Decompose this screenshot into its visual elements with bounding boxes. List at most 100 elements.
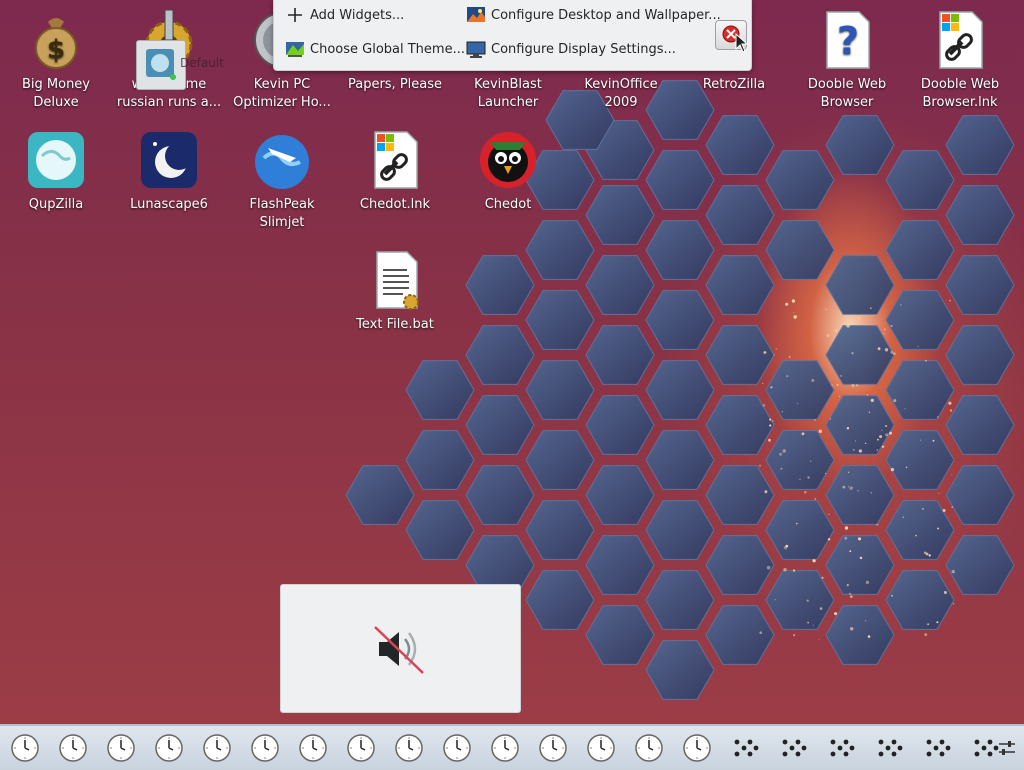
star	[855, 440, 857, 442]
star	[810, 460, 812, 462]
star	[840, 374, 842, 377]
star	[796, 522, 798, 525]
star	[791, 299, 796, 303]
panel-settings-icon[interactable]	[994, 731, 1020, 765]
analog-clock-icon[interactable]	[152, 731, 186, 765]
desktop-icon[interactable]: Dooble Web Browser.lnk	[904, 8, 1016, 112]
analog-clock-icon[interactable]	[8, 731, 42, 765]
analog-clock-icon[interactable]	[536, 731, 570, 765]
analog-clock-icon[interactable]	[56, 731, 90, 765]
analog-clock-icon[interactable]	[392, 731, 426, 765]
star	[851, 352, 854, 355]
configure-display-label: Configure Display Settings...	[491, 41, 676, 57]
desktop-icon[interactable]: QupZilla	[0, 128, 112, 214]
star	[799, 478, 801, 481]
star	[943, 591, 947, 594]
choose-global-theme-button[interactable]: Choose Global Theme...	[284, 35, 465, 63]
star	[952, 603, 955, 605]
star	[870, 492, 872, 494]
volume-osd	[280, 584, 521, 713]
star	[782, 449, 786, 453]
star	[807, 621, 809, 624]
configure-desktop-button[interactable]: Configure Desktop and Wallpaper...	[465, 1, 721, 29]
dots-applet-icon[interactable]	[824, 731, 858, 765]
star	[769, 424, 772, 427]
star	[792, 569, 796, 572]
desktop-icon-label: QupZilla	[28, 197, 84, 212]
analog-clock-icon[interactable]	[488, 731, 522, 765]
configure-display-button[interactable]: Configure Display Settings...	[465, 35, 676, 63]
configure-desktop-label: Configure Desktop and Wallpaper...	[491, 7, 721, 23]
desktop-icon[interactable]: $ Big Money Deluxe	[0, 8, 112, 112]
star	[825, 308, 827, 310]
star	[850, 595, 853, 598]
globe-icon	[24, 128, 88, 192]
star	[938, 492, 940, 494]
star	[932, 439, 935, 442]
star	[827, 538, 831, 541]
analog-clock-icon[interactable]	[680, 731, 714, 765]
star	[884, 348, 889, 352]
dots-applet-icon[interactable]	[920, 731, 954, 765]
analog-clock-icon[interactable]	[104, 731, 138, 765]
desktop-icon[interactable]: Chedot	[452, 128, 564, 214]
shortcut-file-icon	[928, 8, 992, 72]
star	[889, 431, 892, 435]
star	[826, 334, 830, 337]
bird-icon	[476, 128, 540, 192]
star	[921, 507, 925, 511]
choose-global-theme-label: Choose Global Theme...	[310, 41, 465, 57]
applet-drag-tile[interactable]	[136, 40, 186, 90]
star	[877, 438, 879, 441]
analog-clock-icon[interactable]	[632, 731, 666, 765]
star	[844, 526, 849, 530]
star	[812, 559, 816, 563]
desktop-icon[interactable]: Lunascape6	[113, 128, 225, 214]
star	[821, 576, 824, 579]
dots-applet-icon[interactable]	[728, 731, 762, 765]
star	[819, 607, 823, 610]
star	[865, 580, 870, 585]
star	[927, 623, 930, 626]
star	[881, 445, 885, 448]
star	[885, 433, 889, 437]
add-widgets-button[interactable]: Add Widgets...	[284, 1, 404, 29]
speaker-muted-icon	[373, 625, 424, 674]
star	[793, 315, 797, 319]
star	[839, 396, 840, 397]
analog-clock-icon[interactable]	[248, 731, 282, 765]
dots-applet-icon[interactable]	[776, 731, 810, 765]
analog-clock-icon[interactable]	[296, 731, 330, 765]
star	[785, 302, 789, 306]
analog-clock-icon[interactable]	[584, 731, 618, 765]
star	[772, 420, 774, 422]
star	[758, 464, 762, 467]
moon-icon	[137, 128, 201, 192]
star	[783, 568, 787, 572]
desktop-icon-label: Chedot	[484, 197, 532, 212]
star	[858, 537, 861, 541]
desktop-icon-label: Lunascape6	[130, 197, 208, 212]
desktop-icon[interactable]: FlashPeak Slimjet	[226, 128, 338, 232]
star	[788, 356, 791, 358]
star	[890, 467, 895, 472]
desktop-icon-label: Papers, Please	[347, 77, 443, 92]
star	[893, 399, 897, 403]
svg-text:$: $	[47, 35, 65, 65]
star	[836, 384, 839, 386]
star	[924, 633, 928, 637]
star	[857, 316, 860, 319]
analog-clock-icon[interactable]	[440, 731, 474, 765]
dots-applet-icon[interactable]	[872, 731, 906, 765]
star	[766, 565, 771, 570]
analog-clock-icon[interactable]	[200, 731, 234, 765]
analog-clock-icon[interactable]	[344, 731, 378, 765]
desktop-icon-label: Chedot.lnk	[359, 197, 431, 212]
star	[951, 506, 954, 508]
star	[857, 490, 859, 492]
star	[936, 416, 939, 418]
desktop-icon[interactable]: Text File.bat	[339, 248, 451, 334]
desktop-icon[interactable]: ? Dooble Web Browser	[791, 8, 903, 112]
star	[834, 329, 838, 332]
desktop-icon[interactable]: Chedot.lnk	[339, 128, 451, 214]
